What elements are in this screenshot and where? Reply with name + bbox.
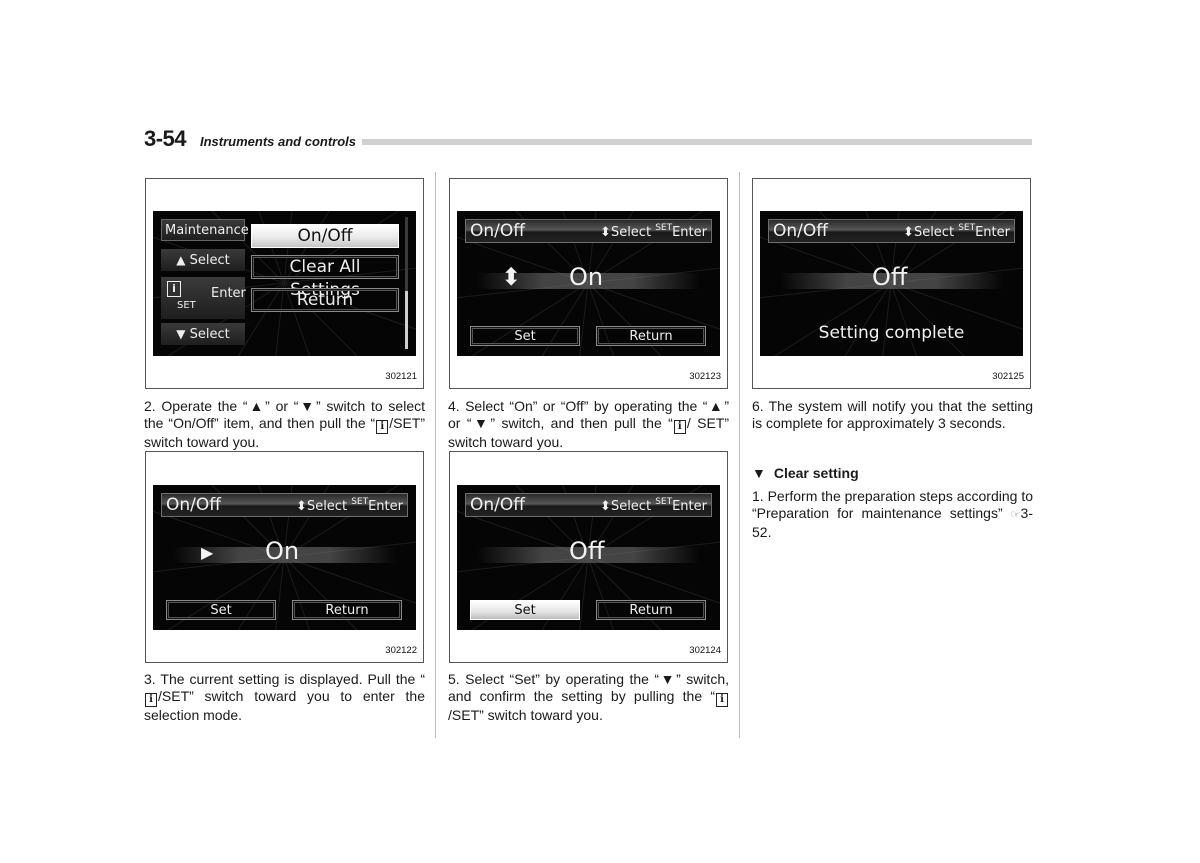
figure-current-setting: On/Off ⬍Select SETEnter ▶ On Set Return … bbox=[145, 451, 424, 663]
lcd-title: On/Off bbox=[166, 495, 221, 515]
column-divider bbox=[739, 172, 740, 738]
figure-code: 302123 bbox=[689, 371, 721, 382]
clear-setting-heading: ▼ Clear setting bbox=[752, 465, 859, 481]
figure-code: 302125 bbox=[992, 371, 1024, 382]
section-title: Instruments and controls bbox=[200, 134, 357, 149]
down-triangle-icon: ▼ bbox=[176, 327, 186, 341]
setting-value: On bbox=[265, 537, 300, 565]
menu-item-clear-all-settings[interactable]: Clear All Settings bbox=[251, 255, 399, 300]
page-number: 3-54 bbox=[144, 126, 187, 151]
figure-confirm-set: On/Off ⬍Select SETEnter Off Set Return 3… bbox=[449, 451, 728, 663]
up-down-icon: ⬍ bbox=[903, 225, 914, 240]
menu-left-up-select: ▲ Select bbox=[161, 249, 245, 271]
scroll-thumb[interactable] bbox=[405, 291, 408, 349]
setting-value: On bbox=[569, 263, 604, 291]
set-button[interactable]: Set bbox=[166, 600, 276, 620]
step-2-text: 2. Operate the “▲” or “▼” switch to sele… bbox=[144, 398, 426, 450]
page-header: 3-54 Instruments and controls bbox=[144, 126, 1032, 151]
return-button[interactable]: Return bbox=[292, 600, 402, 620]
info-icon: i bbox=[376, 420, 389, 434]
menu-item-return[interactable]: Return bbox=[251, 288, 399, 312]
info-icon: i bbox=[145, 693, 157, 707]
return-button[interactable]: Return bbox=[596, 326, 706, 346]
menu-left-maintenance: Maintenance bbox=[161, 219, 249, 241]
up-down-icon: ⬍ bbox=[600, 225, 611, 240]
lcd-title-bar: On/Off ⬍Select SETEnter bbox=[465, 493, 712, 517]
lcd-title-bar: On/Off ⬍Select SETEnter bbox=[465, 219, 712, 243]
lcd-screen: On/Off ⬍Select SETEnter Off Setting comp… bbox=[760, 211, 1023, 356]
setting-value: Off bbox=[569, 537, 605, 565]
figure-setting-complete: On/Off ⬍Select SETEnter Off Setting comp… bbox=[752, 178, 1031, 389]
lcd-title: On/Off bbox=[470, 221, 525, 241]
set-button[interactable]: Set bbox=[470, 600, 580, 620]
up-down-icon: ⬍ bbox=[296, 499, 307, 514]
lcd-hint: ⬍Select SETEnter bbox=[600, 223, 707, 240]
lcd-screen: On/Off ⬍Select SETEnter ⬍ On Set Return bbox=[457, 211, 720, 356]
step-5-text: 5. Select “Set” by operating the “▼” swi… bbox=[448, 671, 729, 723]
lcd-screen: On/Off ⬍Select SETEnter Off Set Return bbox=[457, 485, 720, 630]
info-icon: i bbox=[716, 693, 728, 707]
return-button[interactable]: Return bbox=[596, 600, 706, 620]
down-triangle-icon: ▼ bbox=[471, 415, 491, 431]
up-triangle-icon: ▲ bbox=[707, 398, 725, 414]
figure-maintenance-menu: Maintenance ▲ Select i SET Enter ▼ Selec… bbox=[145, 178, 424, 389]
down-triangle-icon: ▼ bbox=[659, 671, 677, 687]
step-3-text: 3. The current setting is displayed. Pul… bbox=[144, 671, 425, 723]
lcd-hint: ⬍Select SETEnter bbox=[600, 497, 707, 514]
figure-code: 302124 bbox=[689, 645, 721, 656]
play-arrow-icon: ▶ bbox=[201, 543, 214, 562]
column-divider bbox=[435, 172, 436, 738]
lcd-title: On/Off bbox=[773, 221, 828, 241]
clear-step-1-text: 1. Perform the preparation steps accordi… bbox=[752, 488, 1033, 540]
step-6-text: 6. The system will notify you that the s… bbox=[752, 398, 1033, 431]
figure-code: 302121 bbox=[385, 371, 417, 382]
setting-value: Off bbox=[872, 263, 908, 291]
lcd-hint: ⬍Select SETEnter bbox=[903, 223, 1010, 240]
lcd-title: On/Off bbox=[470, 495, 525, 515]
menu-left-down-select: ▼ Select bbox=[161, 323, 245, 345]
menu-scrollbar[interactable] bbox=[405, 217, 408, 349]
lcd-title-bar: On/Off ⬍Select SETEnter bbox=[161, 493, 408, 517]
up-triangle-icon: ▲ bbox=[247, 398, 266, 414]
up-triangle-icon: ▲ bbox=[176, 253, 186, 267]
up-down-icon: ⬍ bbox=[600, 499, 611, 514]
menu-left-enter: i SET Enter bbox=[161, 277, 246, 319]
lcd-title-bar: On/Off ⬍Select SETEnter bbox=[768, 219, 1015, 243]
lcd-screen: On/Off ⬍Select SETEnter ▶ On Set Return bbox=[153, 485, 416, 630]
figure-selection-mode: On/Off ⬍Select SETEnter ⬍ On Set Return … bbox=[449, 178, 728, 389]
menu-item-on-off[interactable]: On/Off bbox=[251, 224, 399, 248]
up-down-arrows-icon: ⬍ bbox=[501, 263, 522, 291]
down-triangle-bullet-icon: ▼ bbox=[752, 465, 766, 481]
reference-icon: ☞ bbox=[1010, 509, 1021, 521]
header-rule bbox=[362, 139, 1032, 145]
set-button[interactable]: Set bbox=[470, 326, 580, 346]
lcd-hint: ⬍Select SETEnter bbox=[296, 497, 403, 514]
down-triangle-icon: ▼ bbox=[298, 398, 316, 414]
figure-code: 302122 bbox=[385, 645, 417, 656]
lcd-screen: Maintenance ▲ Select i SET Enter ▼ Selec… bbox=[153, 211, 416, 356]
status-message: Setting complete bbox=[818, 323, 965, 343]
info-icon: i bbox=[673, 420, 686, 434]
step-4-text: 4. Select “On” or “Off” by operating the… bbox=[448, 398, 729, 450]
